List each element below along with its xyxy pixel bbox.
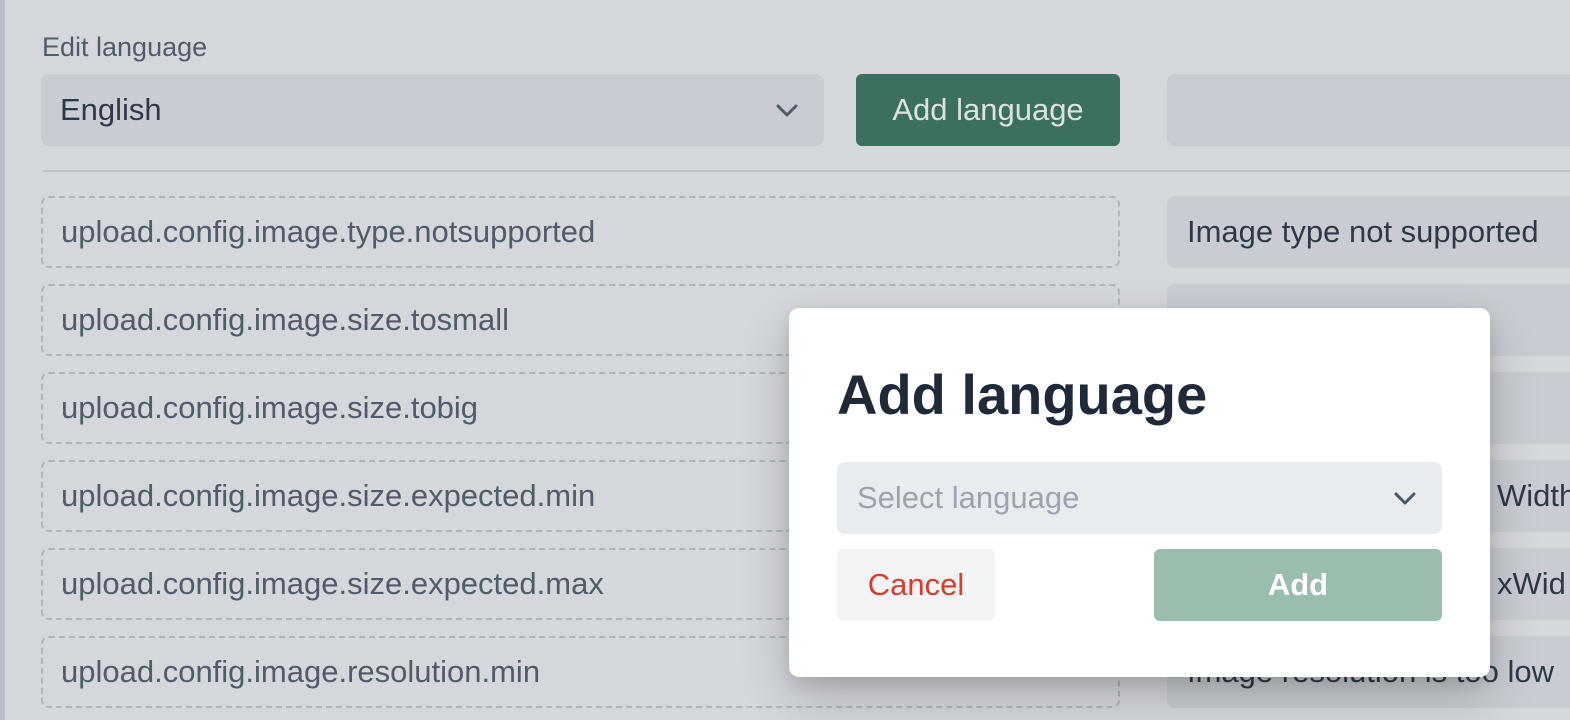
- add-button[interactable]: Add: [1154, 549, 1442, 621]
- chevron-down-icon: [1390, 483, 1420, 513]
- language-select[interactable]: Select language: [837, 462, 1442, 534]
- cancel-button[interactable]: Cancel: [837, 549, 995, 621]
- language-select-placeholder: Select language: [857, 480, 1080, 515]
- add-language-dialog: Add language Select language Cancel Add: [789, 308, 1490, 677]
- dialog-title: Add language: [837, 363, 1208, 426]
